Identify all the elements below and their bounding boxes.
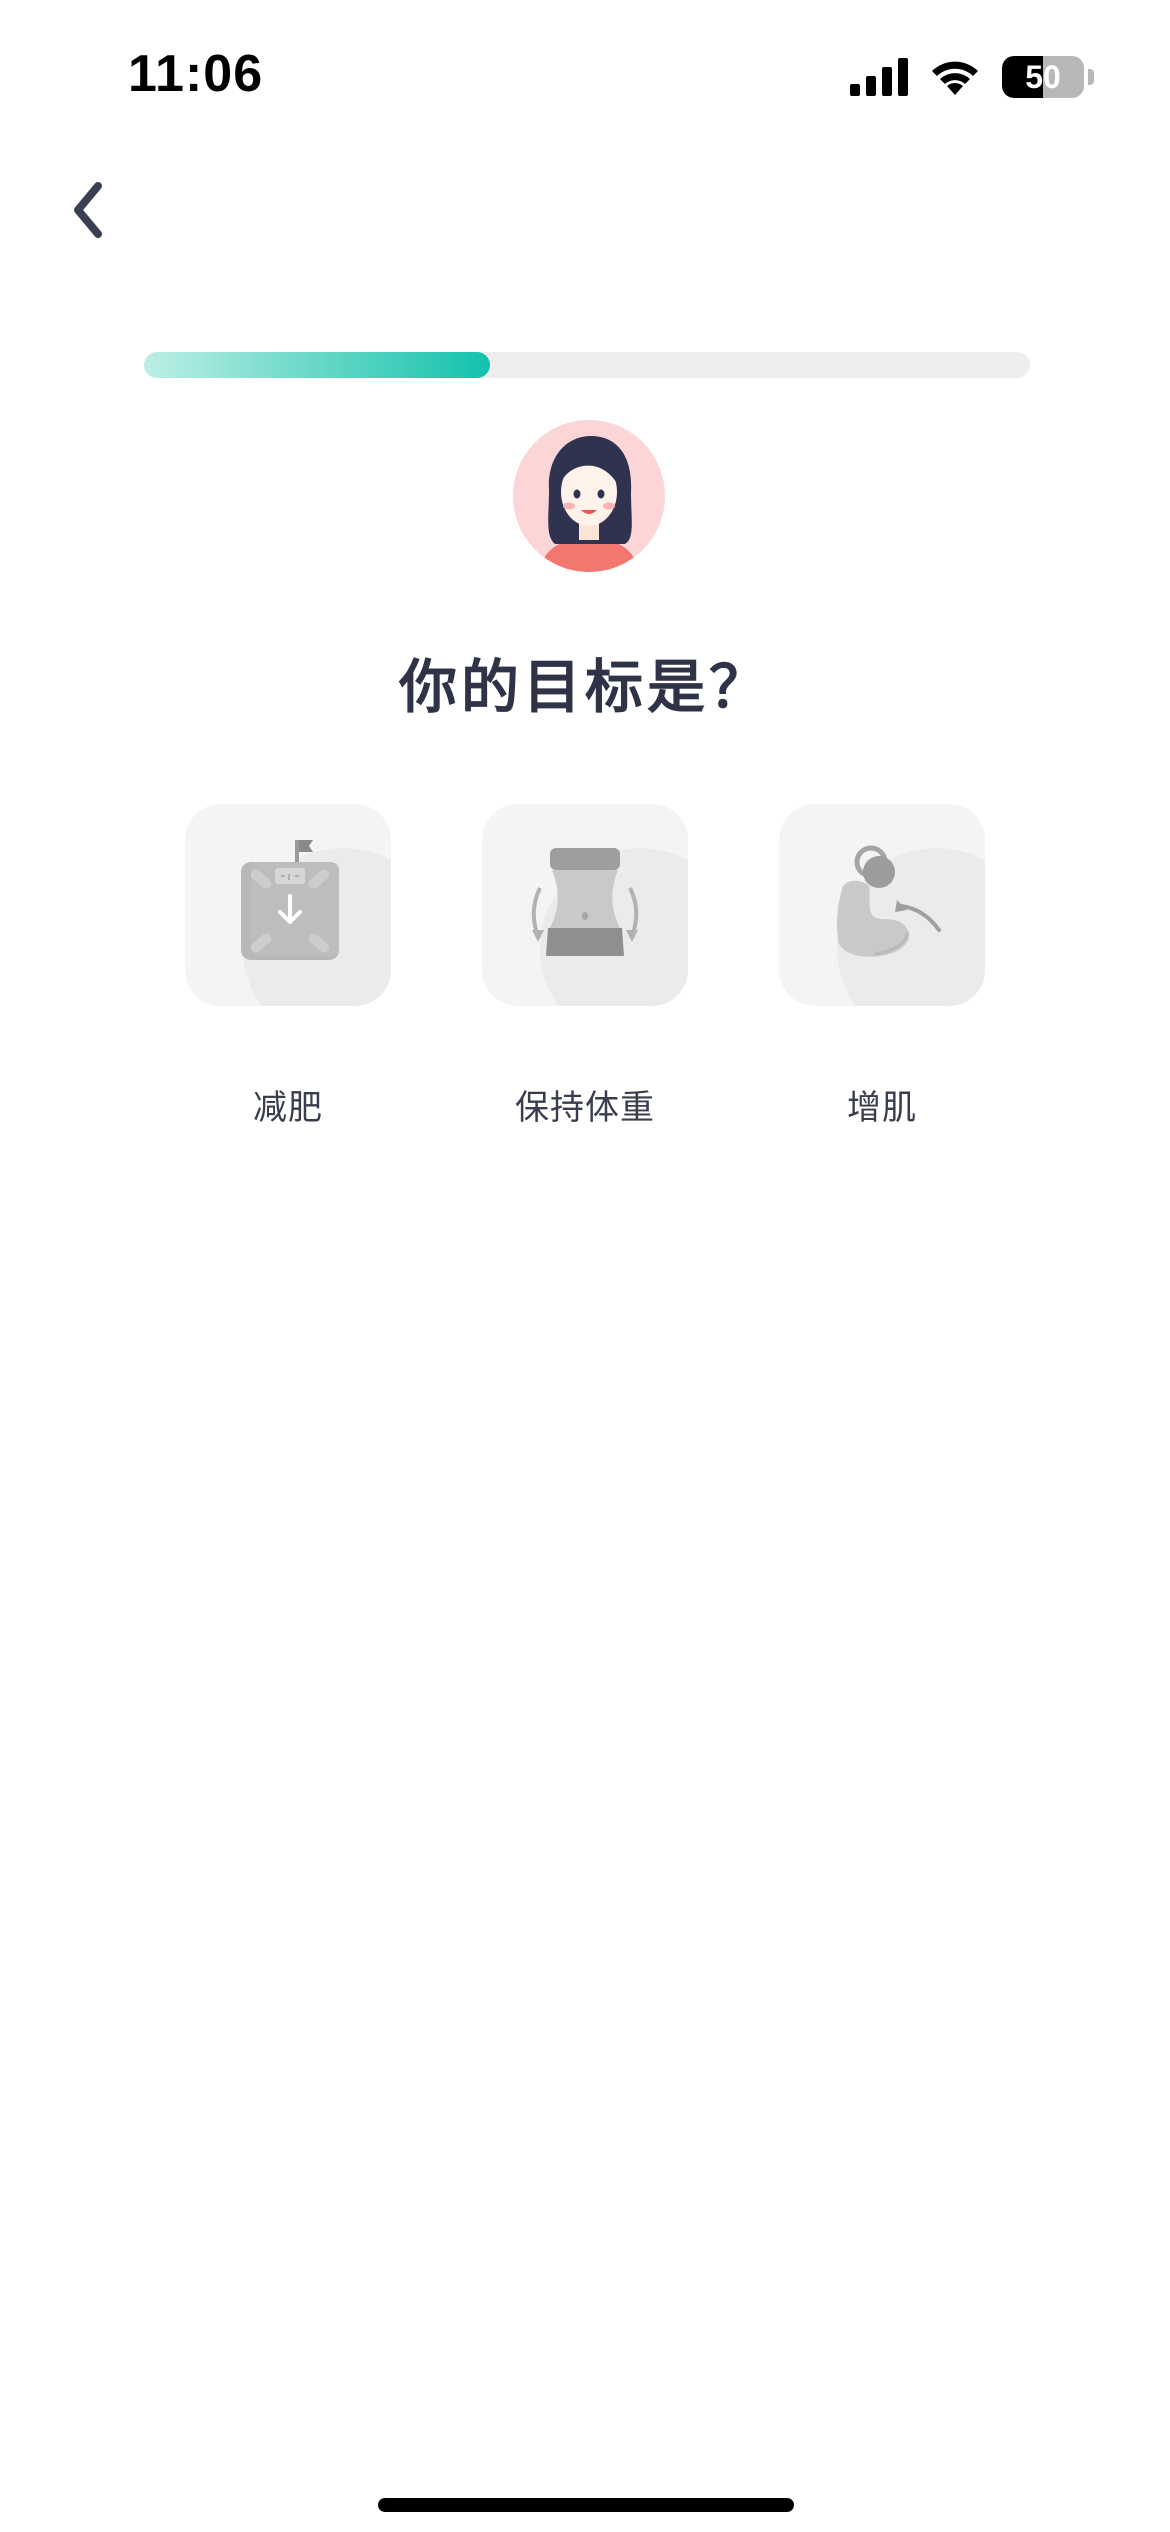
progress-bar — [144, 352, 1030, 378]
battery-level: 50 — [1025, 58, 1061, 95]
goal-label: 减肥 — [253, 1088, 323, 1128]
goal-card[interactable] — [779, 804, 985, 1006]
waist-icon — [531, 848, 639, 956]
wifi-icon — [932, 61, 978, 95]
goal-label: 增肌 — [847, 1088, 917, 1128]
status-time: 11:06 — [128, 45, 264, 103]
progress-fill — [144, 352, 490, 378]
woman-avatar-illustration — [513, 420, 665, 572]
goal-card[interactable] — [185, 804, 391, 1006]
goal-option-gain-muscle[interactable]: 增肌 — [779, 804, 985, 1134]
battery-icon: 50 — [1002, 56, 1084, 98]
goal-option-lose-weight[interactable]: 减肥 — [185, 804, 391, 1134]
battery-cap — [1088, 69, 1094, 85]
goal-card[interactable] — [482, 804, 688, 1006]
scale-down-icon — [241, 840, 339, 960]
home-indicator[interactable] — [378, 2498, 794, 2512]
goal-label: 保持体重 — [515, 1088, 655, 1128]
avatar — [513, 420, 665, 572]
goal-option-maintain-weight[interactable]: 保持体重 — [482, 804, 688, 1134]
status-icons: 50 — [850, 54, 1094, 100]
cellular-signal-icon — [850, 58, 908, 96]
status-bar: 11:06 50 — [0, 0, 1170, 150]
chevron-left-icon — [74, 182, 102, 238]
question-title: 你的目标是？ — [398, 653, 771, 721]
muscle-arm-icon — [836, 845, 941, 957]
back-button[interactable] — [48, 160, 128, 260]
